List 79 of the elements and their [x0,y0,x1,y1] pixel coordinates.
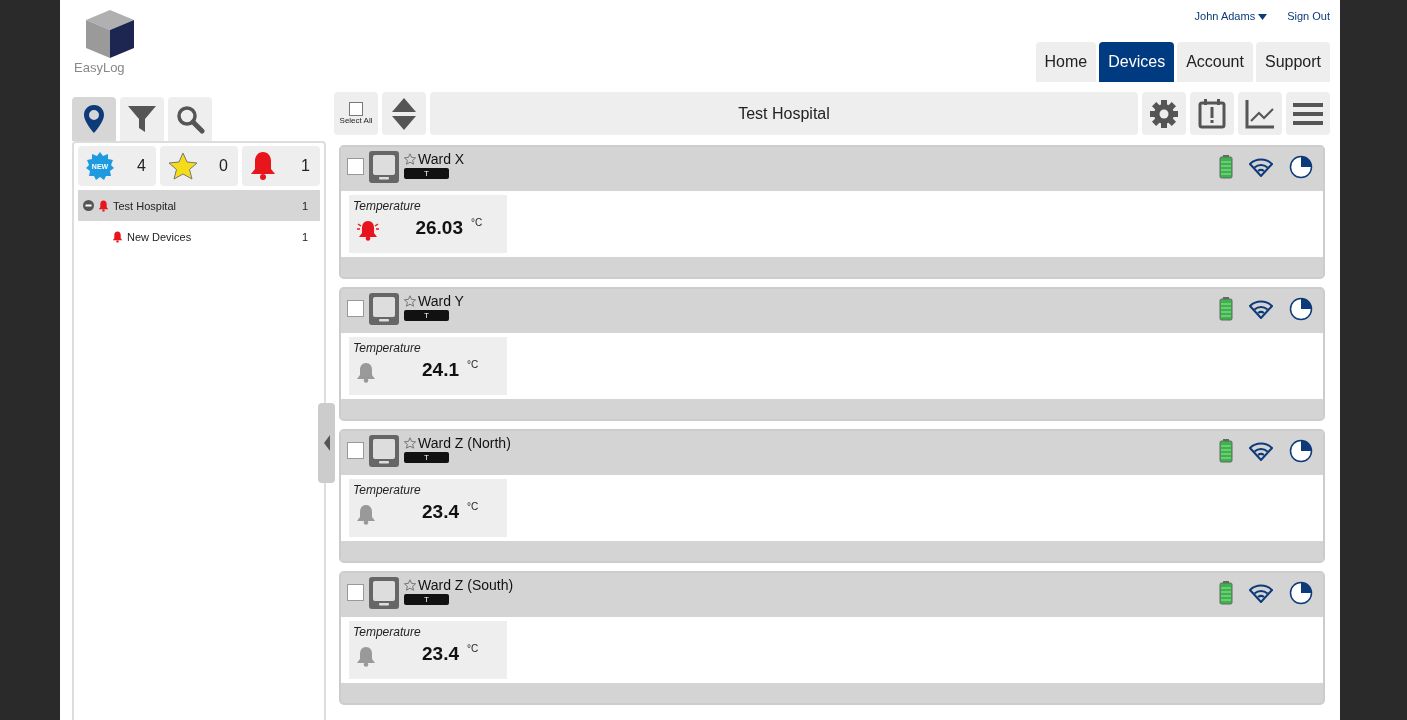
star-outline-icon[interactable] [404,437,416,449]
item-count: 1 [301,199,308,212]
battery-icon [1219,155,1233,179]
menu-button[interactable] [1286,92,1330,135]
channel-tag: T [404,594,449,605]
wifi-icon [1249,299,1273,319]
filter-icon [127,104,157,134]
device-checkbox[interactable] [347,442,364,459]
battery-icon [1219,297,1233,321]
tree-item[interactable]: Test Hospital 1 [78,190,320,221]
caret-icon [1258,14,1268,20]
wifi-icon [1249,583,1273,603]
item-count: 1 [301,230,308,243]
counter-value: 4 [137,157,146,175]
wifi-icon [1249,441,1273,461]
select-all-button[interactable]: Select All [334,92,378,135]
device-checkbox[interactable] [347,300,364,317]
star-outline-icon[interactable] [404,153,416,165]
reading-label: Temperature [353,199,422,213]
wifi-icon [1249,157,1273,177]
pie-icon [1289,155,1313,179]
reading-value: 26.03 [414,217,463,239]
search-icon [175,104,205,134]
tablet-icon [369,151,399,183]
channel-tag: T [404,452,449,463]
alarm-report-button[interactable] [1190,92,1234,135]
device-name: Ward Z (South) [418,577,514,593]
device-name: Ward Y [418,293,464,309]
pie-icon [1289,581,1313,605]
reading-unit: °C [467,643,479,654]
pie-icon [1289,439,1313,463]
device-checkbox[interactable] [347,158,364,175]
bell-icon [250,151,276,181]
map-pin-icon [83,104,105,134]
counter-value: 0 [219,157,228,175]
device-name: Ward X [418,151,465,167]
reading-value: 23.4 [421,643,459,665]
device-name: Ward Z (North) [418,435,511,451]
channel-tag: T [404,310,449,321]
counter-tile[interactable]: 0 [160,146,238,186]
counter-value: 1 [301,157,310,175]
star-icon [168,152,198,180]
reading-label: Temperature [353,483,422,497]
nav-tab[interactable]: Home [1035,42,1097,82]
reading-unit: °C [467,359,479,370]
sign-out-link[interactable]: Sign Out [1287,10,1330,42]
logo-text: EasyLog [74,60,125,75]
counter-tile[interactable]: 1 [242,146,320,186]
tree-item[interactable]: New Devices 1 [78,221,320,252]
reading-unit: °C [467,501,479,512]
filter-tab[interactable] [120,97,164,141]
star-outline-icon[interactable] [404,295,416,307]
collapse-handle[interactable] [318,403,335,483]
nav-tab[interactable]: Devices [1099,42,1175,82]
battery-icon [1219,439,1233,463]
nav-tab[interactable]: Account [1177,42,1253,82]
tablet-icon [369,293,399,325]
reading-unit: °C [471,217,483,228]
location-tab[interactable] [72,97,116,141]
cube-logo-icon [84,8,136,60]
channel-tag: T [404,168,449,179]
reading-label: Temperature [353,625,422,639]
user-menu[interactable]: John Adams [1194,10,1268,42]
settings-button[interactable] [1142,92,1186,135]
tablet-icon [369,435,399,467]
search-tab[interactable] [168,97,212,141]
menu-icon [1293,101,1323,126]
reading-label: Temperature [353,341,422,355]
reading-value: 24.1 [421,359,459,381]
sort-button[interactable] [382,92,426,135]
chart-button[interactable] [1238,92,1282,135]
battery-icon [1219,581,1233,605]
pie-icon [1289,297,1313,321]
location-title: Test Hospital [430,92,1138,135]
tablet-icon [369,577,399,609]
nav-tab[interactable]: Support [1255,42,1330,82]
reading-value: 23.4 [421,501,459,523]
star-outline-icon[interactable] [404,579,416,591]
device-checkbox[interactable] [347,584,364,601]
